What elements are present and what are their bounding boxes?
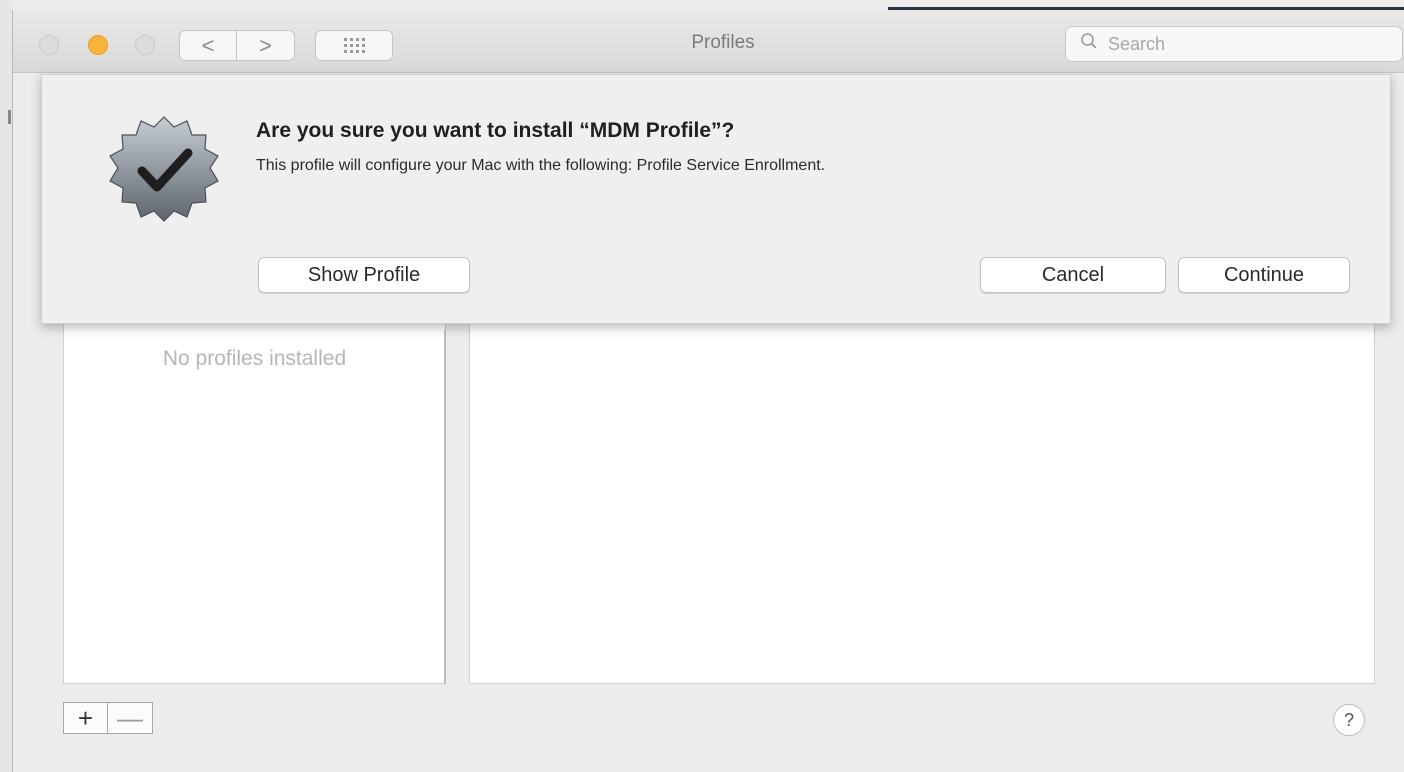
- profiles-window: < > Profiles No profiles installed: [12, 10, 1404, 772]
- search-input[interactable]: [1106, 32, 1350, 56]
- dialog-message: This profile will configure your Mac wit…: [256, 157, 826, 174]
- list-controls: + —: [63, 702, 153, 734]
- remove-profile-button[interactable]: —: [108, 702, 153, 734]
- chevron-left-icon: <: [201, 32, 215, 58]
- cancel-button[interactable]: Cancel: [980, 257, 1166, 293]
- empty-list-message: No profiles installed: [162, 347, 347, 370]
- back-button[interactable]: <: [179, 30, 237, 61]
- show-all-button[interactable]: [315, 30, 393, 61]
- background-window-edge: [0, 0, 12, 772]
- minimize-button[interactable]: [88, 35, 108, 55]
- grid-icon: [343, 38, 365, 53]
- zoom-button[interactable]: [135, 35, 155, 55]
- search-field[interactable]: [1065, 26, 1403, 62]
- close-button[interactable]: [39, 35, 59, 55]
- help-button[interactable]: ?: [1333, 704, 1365, 736]
- search-icon: [1080, 32, 1098, 56]
- window-edge-marker: [8, 110, 11, 124]
- dialog-title: Are you sure you want to install “MDM Pr…: [256, 119, 735, 142]
- chevron-right-icon: >: [259, 32, 272, 58]
- title-bar: < > Profiles: [13, 10, 1404, 73]
- install-profile-dialog: Are you sure you want to install “MDM Pr…: [41, 74, 1391, 324]
- window-title: Profiles: [691, 32, 755, 53]
- add-profile-button[interactable]: +: [63, 702, 108, 734]
- continue-button[interactable]: Continue: [1178, 257, 1350, 293]
- verified-badge-icon: [104, 111, 224, 231]
- list-divider: [444, 330, 446, 684]
- forward-button[interactable]: >: [237, 30, 295, 61]
- show-profile-button[interactable]: Show Profile: [258, 257, 470, 293]
